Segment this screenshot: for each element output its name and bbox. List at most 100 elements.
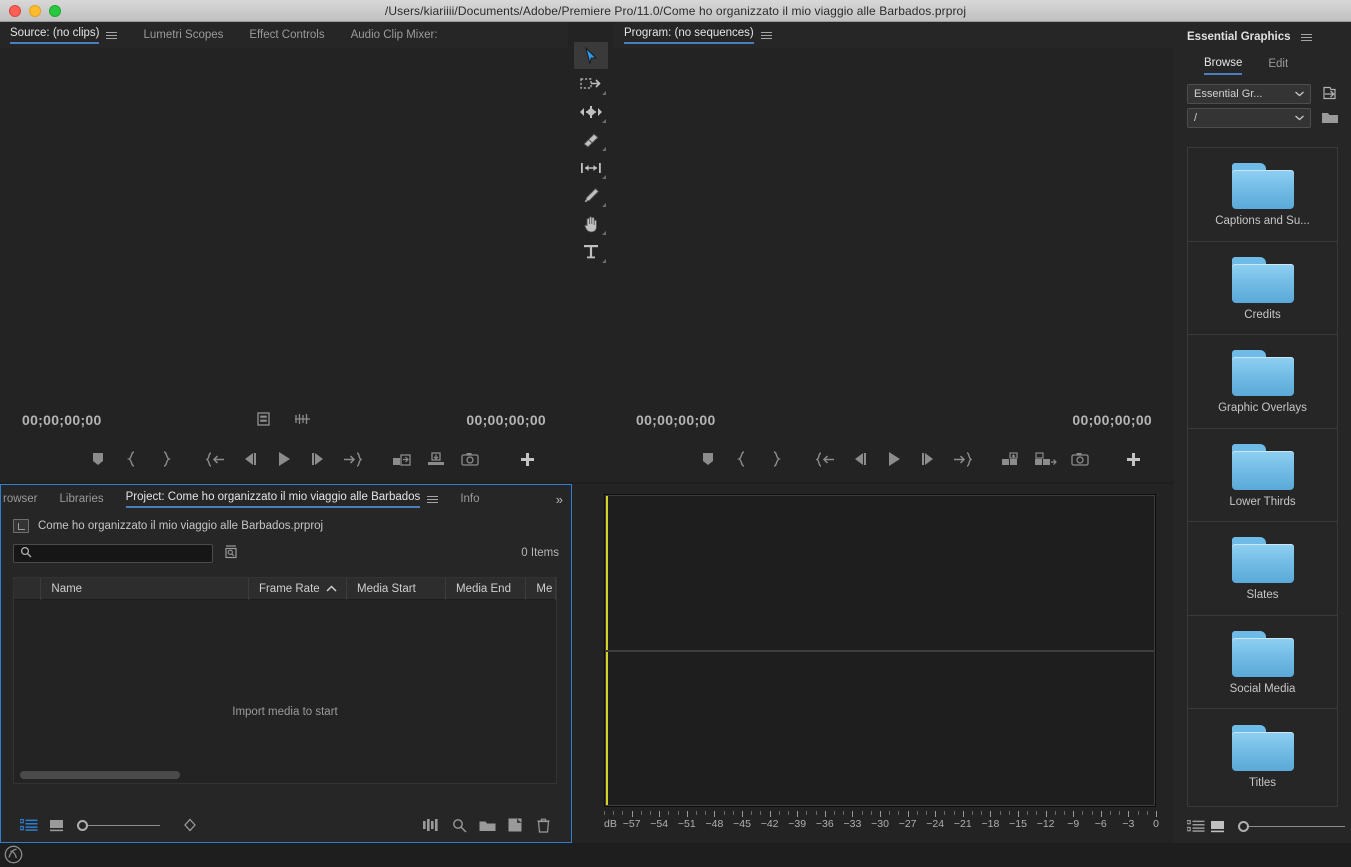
mark-in-button[interactable] xyxy=(115,444,149,474)
source-current-timecode[interactable]: 00;00;00;00 xyxy=(22,412,102,428)
essential-graphics-items[interactable]: Captions and Su... Credits Graphic Overlay… xyxy=(1187,147,1338,807)
tab-project[interactable]: Project: Come ho organizzato il mio viag… xyxy=(125,486,439,512)
tab-program[interactable]: Program: (no sequences) xyxy=(624,22,772,48)
creative-cloud-icon[interactable] xyxy=(4,845,24,865)
step-back-button[interactable] xyxy=(843,444,877,474)
play-stop-button[interactable] xyxy=(267,444,301,474)
source-monitor-viewport[interactable]: 00;00;00;00 00;00;00;00 xyxy=(0,48,568,482)
freeform-view-button[interactable] xyxy=(417,812,445,838)
button-editor-plus[interactable] xyxy=(1116,444,1150,474)
channel-1-clip-indicator[interactable] xyxy=(606,496,608,650)
grid-view-button[interactable] xyxy=(1209,813,1228,839)
go-to-in-button[interactable] xyxy=(809,444,843,474)
tab-info[interactable]: Info xyxy=(460,486,479,512)
thumbnail-size-slider[interactable] xyxy=(1238,820,1345,832)
type-tool[interactable] xyxy=(574,238,608,265)
mark-in-button[interactable] xyxy=(725,444,759,474)
list-view-button[interactable] xyxy=(1186,813,1205,839)
add-marker-button[interactable] xyxy=(81,444,115,474)
add-marker-button[interactable] xyxy=(691,444,725,474)
essential-graphics-menu-icon[interactable] xyxy=(1300,32,1312,43)
essential-graphics-item[interactable]: Graphic Overlays xyxy=(1188,335,1337,429)
essential-graphics-item[interactable]: Captions and Su... xyxy=(1188,148,1337,242)
play-stop-button[interactable] xyxy=(877,444,911,474)
selection-tool[interactable] xyxy=(574,42,608,69)
program-current-timecode[interactable]: 00;00;00;00 xyxy=(636,412,716,428)
go-to-out-button[interactable] xyxy=(335,444,369,474)
ripple-edit-tool[interactable] xyxy=(574,98,608,125)
insert-button[interactable] xyxy=(385,444,419,474)
tab-effect-controls[interactable]: Effect Controls xyxy=(249,22,324,48)
mark-out-button[interactable] xyxy=(149,444,183,474)
mark-out-button[interactable] xyxy=(759,444,793,474)
hand-tool[interactable] xyxy=(574,210,608,237)
playback-resolution-icon[interactable] xyxy=(294,413,311,428)
list-view-button[interactable] xyxy=(15,812,43,838)
more-tabs-chevron-icon[interactable]: » xyxy=(556,492,571,507)
column-header-media-duration[interactable]: Me xyxy=(526,577,556,600)
delete-button[interactable] xyxy=(529,812,557,838)
thumbnail-slider-handle[interactable] xyxy=(1238,820,1249,832)
step-forward-button[interactable] xyxy=(911,444,945,474)
essential-graphics-item[interactable]: Credits xyxy=(1188,242,1337,335)
extract-button[interactable] xyxy=(1029,444,1063,474)
column-header-icon[interactable] xyxy=(14,577,42,600)
new-folder-icon[interactable] xyxy=(1319,108,1341,128)
select-zoom-level-icon[interactable] xyxy=(257,411,270,429)
new-bin-button[interactable] xyxy=(473,812,501,838)
go-to-out-button[interactable] xyxy=(945,444,979,474)
program-duration-timecode[interactable]: 00;00;00;00 xyxy=(1072,412,1152,428)
tab-media-browser[interactable]: rowser xyxy=(3,486,38,512)
program-panel-menu-icon[interactable] xyxy=(760,30,772,41)
navigate-up-icon[interactable] xyxy=(13,519,29,533)
track-select-forward-tool[interactable] xyxy=(574,70,608,97)
source-panel-menu-icon[interactable] xyxy=(106,30,118,41)
filter-bin-content-icon[interactable] xyxy=(223,545,241,561)
column-header-media-start[interactable]: Media Start xyxy=(347,577,446,600)
export-frame-button[interactable] xyxy=(1063,444,1097,474)
pen-tool[interactable] xyxy=(574,182,608,209)
zoom-slider-handle[interactable] xyxy=(77,819,88,831)
step-back-button[interactable] xyxy=(233,444,267,474)
install-motion-graphics-template-icon[interactable] xyxy=(1319,84,1341,104)
essential-graphics-item[interactable]: Titles xyxy=(1188,709,1337,803)
icon-view-button[interactable] xyxy=(43,812,71,838)
search-input[interactable] xyxy=(13,543,213,563)
razor-tool[interactable] xyxy=(574,126,608,153)
sort-icon-button[interactable] xyxy=(176,812,204,838)
source-duration-timecode[interactable]: 00;00;00;00 xyxy=(466,412,546,428)
find-button[interactable] xyxy=(445,812,473,838)
column-header-name[interactable]: Name xyxy=(41,577,249,600)
tab-edit[interactable]: Edit xyxy=(1268,58,1288,74)
zoom-slider[interactable] xyxy=(77,819,160,831)
path-select[interactable]: / xyxy=(1187,108,1311,128)
project-horizontal-scrollbar[interactable] xyxy=(20,771,180,779)
overwrite-button[interactable] xyxy=(419,444,453,474)
step-forward-button[interactable] xyxy=(301,444,335,474)
project-panel-menu-icon[interactable] xyxy=(427,494,439,505)
channel-2-clip-indicator[interactable] xyxy=(606,651,608,805)
column-header-media-end[interactable]: Media End xyxy=(446,577,527,600)
column-header-frame-rate[interactable]: Frame Rate xyxy=(249,577,347,600)
tab-source[interactable]: Source: (no clips) xyxy=(10,22,118,48)
thumbnail-slider-track[interactable] xyxy=(1249,825,1345,827)
lift-button[interactable] xyxy=(995,444,1029,474)
essential-graphics-item[interactable]: Lower Thirds xyxy=(1188,429,1337,522)
program-monitor-viewport[interactable]: 00;00;00;00 00;00;00;00 xyxy=(614,48,1174,482)
project-item-list[interactable]: Name Frame Rate Media Start Media End Me xyxy=(13,577,557,784)
audio-meters-panel[interactable]: dB −57 −54 −51 −48 −45 −42 −39 −36 −33 −30 −27 −24 −2… xyxy=(572,484,1174,843)
tab-libraries[interactable]: Libraries xyxy=(60,486,104,512)
export-frame-button[interactable] xyxy=(453,444,487,474)
button-editor-plus[interactable] xyxy=(510,444,544,474)
essential-graphics-item[interactable]: Social Media xyxy=(1188,616,1337,709)
tab-lumetri-scopes[interactable]: Lumetri Scopes xyxy=(143,22,223,48)
new-item-button[interactable] xyxy=(501,812,529,838)
zoom-slider-track[interactable] xyxy=(88,824,160,826)
library-select[interactable]: Essential Gr... xyxy=(1187,84,1311,104)
tab-audio-clip-mixer[interactable]: Audio Clip Mixer: xyxy=(351,22,438,48)
essential-graphics-item[interactable]: Slates xyxy=(1188,522,1337,616)
slip-tool[interactable] xyxy=(574,154,608,181)
go-to-in-button[interactable] xyxy=(199,444,233,474)
tab-browse[interactable]: Browse xyxy=(1204,57,1243,75)
audio-meter-display[interactable] xyxy=(604,494,1156,807)
